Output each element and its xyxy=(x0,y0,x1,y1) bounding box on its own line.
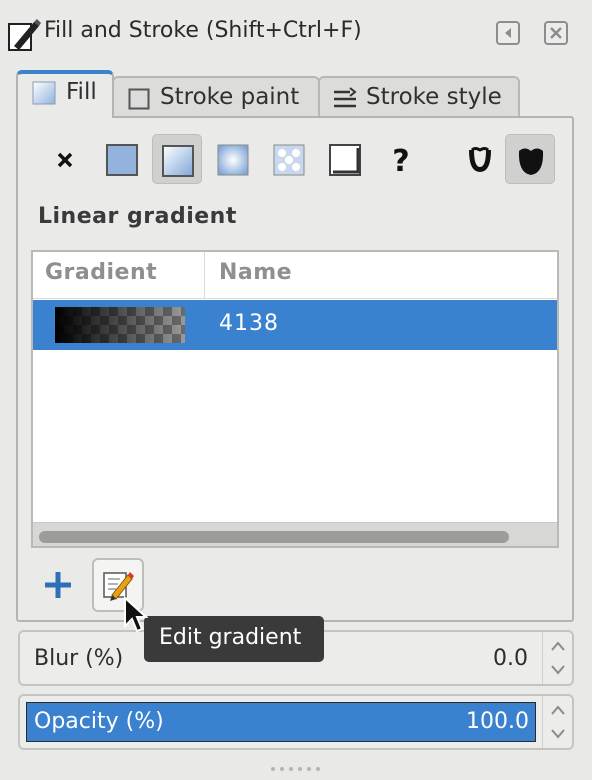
fill-rule-nonzero-button[interactable] xyxy=(505,134,555,184)
no-paint-icon xyxy=(57,152,73,168)
collapse-button[interactable] xyxy=(496,21,520,45)
collapse-left-icon xyxy=(505,28,511,38)
tab-label: Fill xyxy=(66,79,97,105)
gradient-preview xyxy=(55,307,185,343)
tab-fill[interactable]: Fill xyxy=(16,70,114,118)
opacity-spinbutton[interactable]: Opacity (%) 100.0 xyxy=(18,694,574,750)
dialog-title: Fill and Stroke (Shift+Ctrl+F) xyxy=(44,18,362,43)
fill-stroke-dialog-icon xyxy=(8,19,41,51)
no-paint-button[interactable] xyxy=(41,134,91,184)
flat-color-icon xyxy=(106,144,138,176)
fill-rule-evenodd-button[interactable] xyxy=(455,134,505,184)
chevron-down-icon[interactable] xyxy=(550,664,566,676)
close-button[interactable] xyxy=(544,21,568,45)
column-header-name[interactable]: Name xyxy=(205,252,557,298)
pattern-button[interactable] xyxy=(264,134,314,184)
close-icon xyxy=(550,27,562,39)
chevron-up-icon[interactable] xyxy=(550,704,566,716)
svg-text:?: ? xyxy=(392,144,409,179)
unset-paint-icon: ? xyxy=(392,144,409,179)
resize-grip-icon[interactable] xyxy=(270,766,322,772)
scrollbar-thumb[interactable] xyxy=(39,531,509,543)
pattern-icon xyxy=(273,144,305,176)
add-gradient-button[interactable] xyxy=(38,562,78,606)
radial-gradient-button[interactable] xyxy=(208,134,258,184)
horizontal-scrollbar[interactable] xyxy=(33,522,557,546)
stroke-lines-icon xyxy=(334,87,357,108)
fill-rule-nonzero-icon xyxy=(518,148,544,175)
tab-stroke-style[interactable]: Stroke style xyxy=(318,76,520,120)
chevron-down-icon[interactable] xyxy=(550,728,566,740)
opacity-value[interactable]: 100.0 xyxy=(466,709,529,734)
plus-icon xyxy=(45,572,71,598)
chevron-up-icon[interactable] xyxy=(550,640,566,652)
tab-label: Stroke style xyxy=(366,84,502,110)
gradient-name: 4138 xyxy=(219,311,279,336)
tab-label: Stroke paint xyxy=(160,84,300,110)
empty-square-icon xyxy=(128,88,150,110)
blur-label: Blur (%) xyxy=(34,646,124,671)
dialog-titlebar: Fill and Stroke (Shift+Ctrl+F) xyxy=(0,0,592,56)
fill-rule-evenodd-icon xyxy=(469,147,491,172)
header-divider xyxy=(33,298,557,299)
unset-paint-button[interactable]: ? xyxy=(376,134,426,184)
radial-gradient-icon xyxy=(217,144,249,176)
fill-square-icon xyxy=(32,81,56,105)
blur-stepper[interactable] xyxy=(542,632,572,684)
table-row[interactable]: 4138 xyxy=(33,300,557,350)
swatch-icon xyxy=(329,144,361,176)
column-header-gradient[interactable]: Gradient xyxy=(33,252,205,298)
gradient-list[interactable]: Gradient Name 4138 xyxy=(31,250,559,548)
opacity-stepper[interactable] xyxy=(542,696,572,748)
linear-gradient-button[interactable] xyxy=(152,134,202,184)
section-label: Linear gradient xyxy=(38,204,237,229)
opacity-slider-bar[interactable]: Opacity (%) 100.0 xyxy=(26,702,536,742)
flat-color-button[interactable] xyxy=(97,134,147,184)
opacity-label: Opacity (%) xyxy=(34,709,164,734)
swatch-button[interactable] xyxy=(320,134,370,184)
tab-stroke-paint[interactable]: Stroke paint xyxy=(112,76,320,120)
linear-gradient-icon xyxy=(162,145,194,177)
blur-value[interactable]: 0.0 xyxy=(493,646,528,671)
mouse-cursor-icon xyxy=(124,596,148,633)
tooltip: Edit gradient xyxy=(144,616,324,662)
